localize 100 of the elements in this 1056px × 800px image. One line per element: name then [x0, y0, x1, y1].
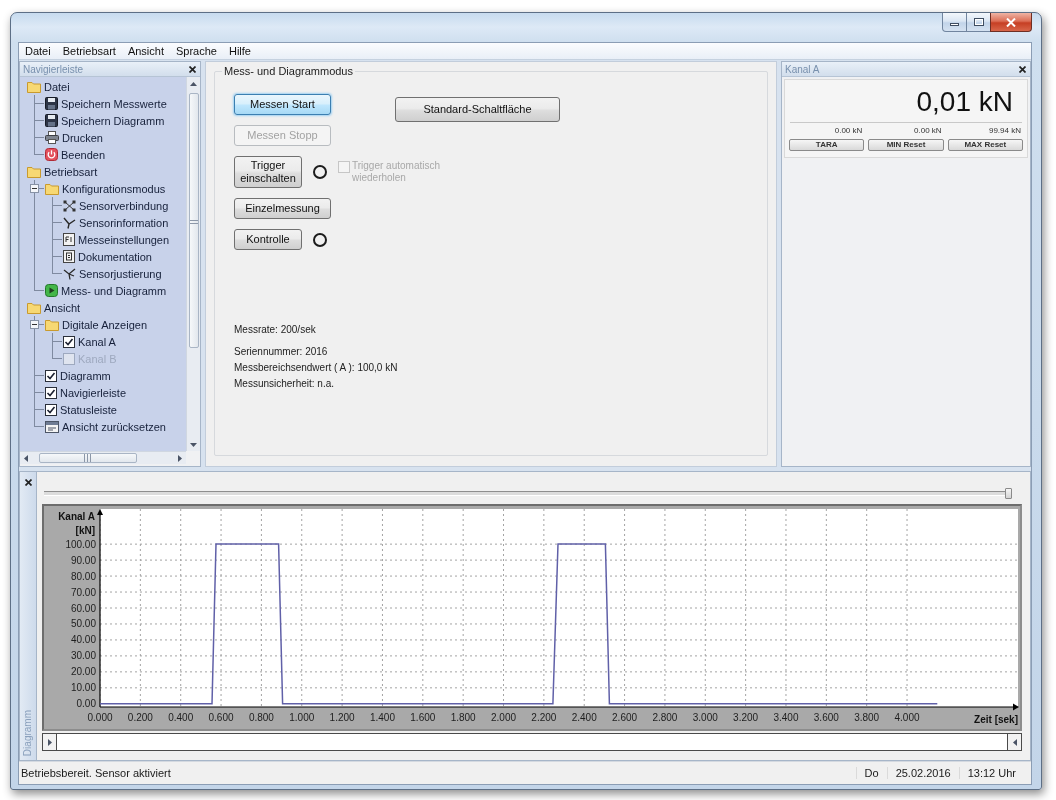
tree-item[interactable]: Ansicht zurücksetzen [45, 418, 166, 435]
push-button[interactable]: Trigger einschalten [234, 156, 302, 188]
fork-icon [63, 216, 76, 229]
folder-icon [27, 301, 41, 314]
push-button[interactable]: Kontrolle [234, 229, 302, 250]
x-tick-label: 0.600 [208, 712, 234, 723]
checkbox[interactable] [45, 403, 57, 416]
info-text: Messunsicherheit: n.a. [234, 377, 335, 391]
x-tick-label: 2.400 [571, 712, 597, 723]
caret-left-icon [1011, 738, 1018, 746]
stat-value: 0.00 kN [834, 126, 864, 136]
tree-item[interactable]: Mess- und Diagramm [45, 282, 167, 299]
tree-item[interactable]: Ansicht [27, 299, 81, 316]
menu-item[interactable]: Sprache [169, 43, 223, 59]
push-button[interactable]: Messen Start [234, 94, 331, 115]
checkbox[interactable] [63, 335, 75, 348]
x-tick-label: 0.000 [87, 712, 113, 723]
tree-item[interactable]: Betriebsart [27, 163, 98, 180]
info-text: Messrate: 200/sek [234, 323, 316, 337]
x-tick-label: 3.600 [813, 712, 839, 723]
minimize-button[interactable] [942, 13, 967, 32]
window-icon [45, 420, 59, 433]
tree-item[interactable]: Datei [27, 78, 70, 95]
close-button[interactable] [990, 13, 1032, 32]
x-tick-label: 1.800 [450, 712, 476, 723]
y-tick-label: 20.00 [70, 666, 96, 678]
group-title: Mess- und Diagrammodus [222, 64, 355, 78]
tree-item[interactable]: Speichern Diagramm [45, 112, 165, 129]
folder-icon [45, 318, 59, 331]
x-tick-label: 2.000 [491, 712, 517, 723]
scrollbar-thumb[interactable] [188, 93, 199, 348]
printer-icon [45, 131, 59, 144]
x-tick-label: 1.400 [369, 712, 395, 723]
x-axis-label: Zeit [sek] [974, 714, 1018, 725]
tree-item[interactable]: Sensorverbindung [63, 197, 169, 214]
y-axis-label: Kanal A [kN] [58, 511, 95, 536]
info-text: Messbereichsendwert ( A ): 100,0 kN [234, 361, 398, 375]
tree-item[interactable]: Sensorinformation [63, 214, 169, 231]
network-icon [63, 199, 76, 212]
checkbox[interactable] [45, 386, 57, 399]
y-tick-label: 0.00 [76, 698, 96, 710]
minus-box-icon[interactable] [30, 320, 39, 329]
channel-action-button[interactable]: MAX Reset [947, 139, 1023, 151]
minus-box-icon[interactable] [30, 184, 39, 193]
maximize-button[interactable] [966, 13, 991, 32]
tree-item[interactable]: Beenden [45, 146, 106, 163]
y-tick-label: 10.00 [70, 682, 96, 694]
scrollbar-thumb[interactable] [39, 453, 137, 463]
folder-icon [45, 182, 59, 195]
channel-action-button[interactable]: TARA [789, 139, 865, 151]
slider-track[interactable] [44, 488, 1012, 499]
checkbox[interactable] [45, 369, 57, 382]
channel-action-button[interactable]: MIN Reset [868, 139, 944, 151]
close-icon [1019, 65, 1026, 73]
panel-title: Kanal A [785, 63, 820, 75]
tree-item[interactable]: Speichern Messwerte [45, 95, 167, 112]
tree-item[interactable]: Konfigurationsmodus [45, 180, 166, 197]
tree-item[interactable]: Statusleiste [45, 401, 117, 418]
y-tick-label: 30.00 [70, 650, 96, 662]
tree-item[interactable]: Kanal A [63, 333, 116, 350]
menu-item[interactable]: Datei [19, 43, 57, 59]
tree-item[interactable]: Dokumentation [63, 248, 152, 265]
status-time: 13:12 Uhr [958, 767, 1024, 779]
left-arrow-button[interactable] [1007, 734, 1021, 750]
close-button[interactable] [1018, 64, 1027, 74]
push-button[interactable]: Einzelmessung [234, 198, 331, 219]
menu-item[interactable]: Ansicht [121, 43, 170, 59]
y-tick-label: 50.00 [70, 618, 96, 630]
close-icon [24, 479, 32, 486]
force-reading: 0,01 kN [916, 85, 1014, 118]
menu-item[interactable]: Betriebsart [56, 43, 122, 59]
slider-thumb[interactable] [1005, 488, 1012, 499]
tree-item[interactable]: Messeinstellungen [63, 231, 170, 248]
folder-icon [27, 165, 41, 178]
right-arrow-button[interactable] [43, 734, 57, 750]
y-tick-label: 100.00 [65, 538, 96, 550]
status-day: Do [855, 767, 887, 779]
tree-item[interactable]: Sensorjustierung [63, 265, 162, 282]
x-tick-label: 0.200 [127, 712, 153, 723]
close-button[interactable] [188, 64, 197, 74]
close-icon [189, 65, 196, 73]
close-button[interactable] [23, 478, 33, 487]
y-tick-label: 70.00 [70, 586, 96, 598]
y-tick-label: 80.00 [70, 570, 96, 582]
status-message: Betriebsbereit. Sensor aktiviert [20, 767, 172, 779]
tree-item[interactable]: Drucken [45, 129, 103, 146]
push-button[interactable]: Standard-Schaltfläche [395, 97, 560, 122]
tree-item[interactable]: Navigierleiste [45, 384, 127, 401]
x-tick-label: 3.200 [733, 712, 759, 723]
y-tick-label: 60.00 [70, 602, 96, 614]
x-tick-label: 0.800 [248, 712, 274, 723]
tree-item[interactable]: Diagramm [45, 367, 111, 384]
caret-down-icon [190, 441, 197, 448]
tree-item[interactable]: Digitale Anzeigen [45, 316, 147, 333]
x-tick-label: 2.200 [531, 712, 557, 723]
play-icon [45, 284, 58, 297]
document-icon [63, 250, 75, 263]
menu-item[interactable]: Hilfe [222, 43, 257, 59]
stat-value: 0.00 kN [914, 126, 943, 136]
info-text: Seriennummer: 2016 [234, 345, 328, 359]
